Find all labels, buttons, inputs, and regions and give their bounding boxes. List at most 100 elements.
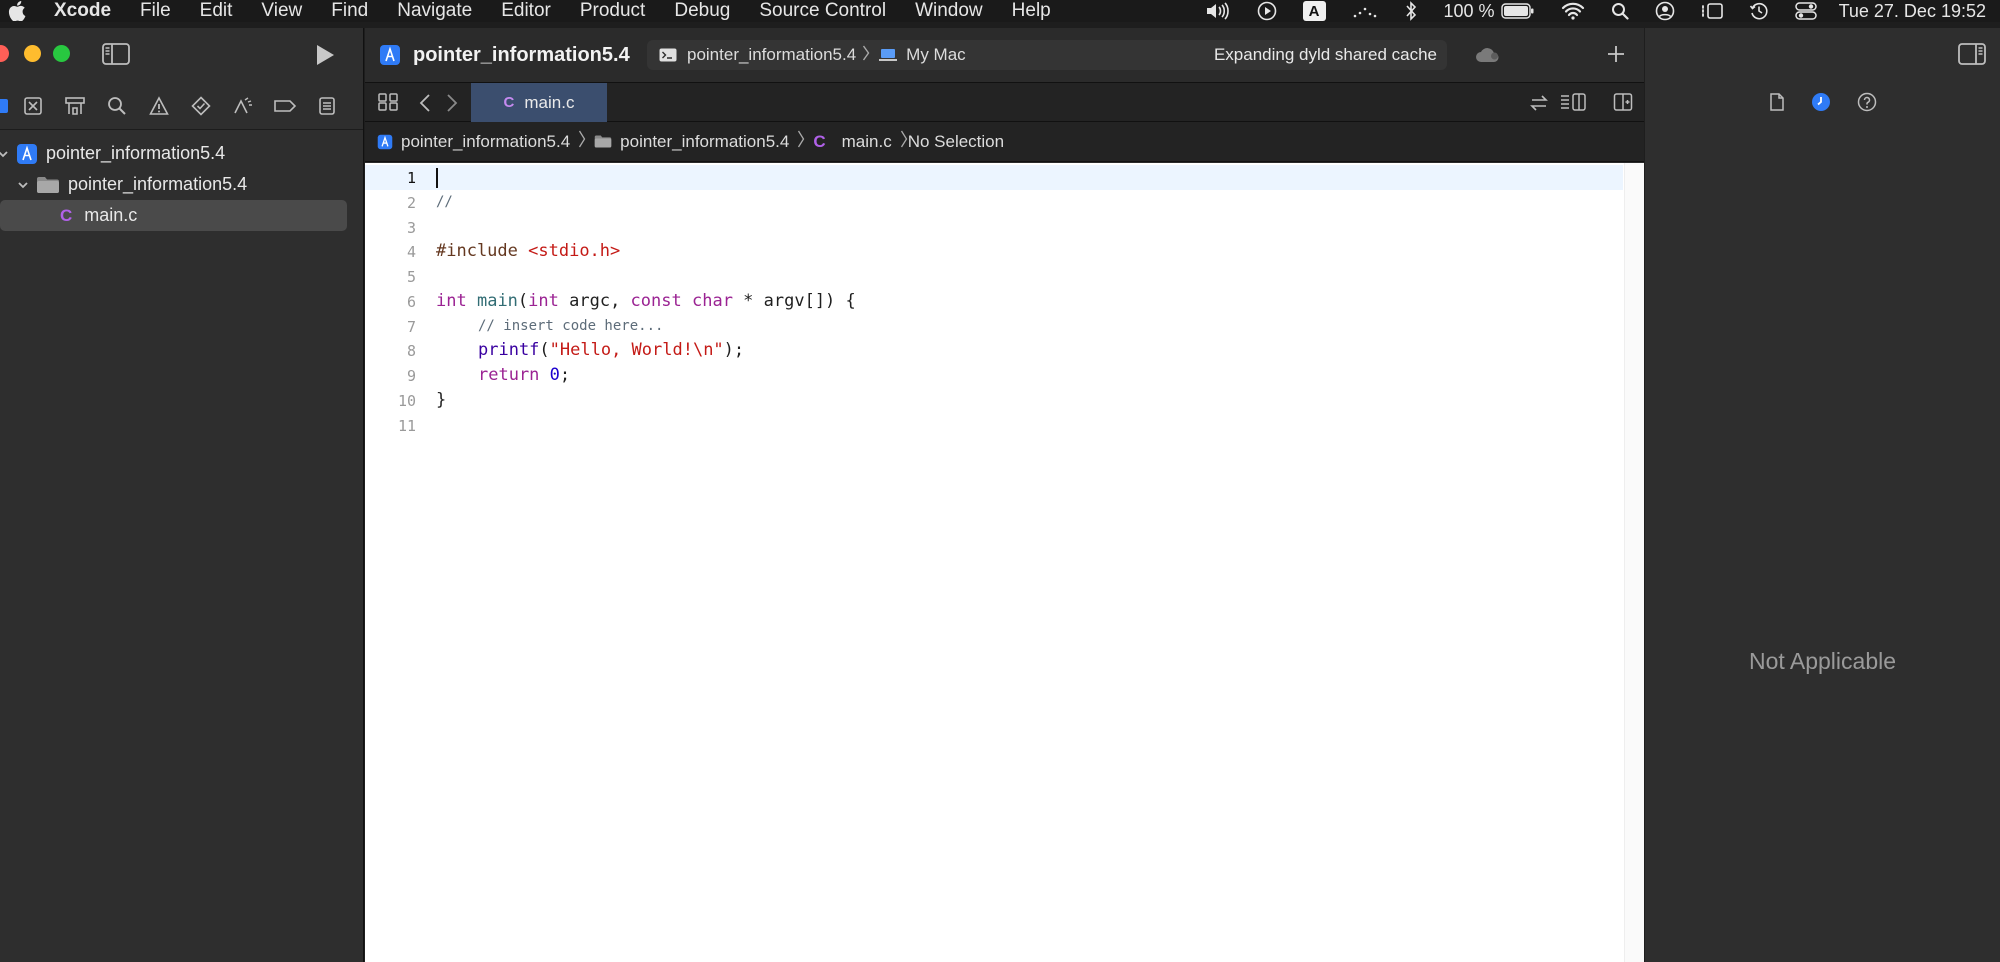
menu-file[interactable]: File: [140, 0, 171, 22]
menu-source-control[interactable]: Source Control: [759, 0, 886, 22]
scheme-activity-bar: pointer_information5.4 My Mac Expanding …: [647, 40, 1447, 70]
breadcrumb-project[interactable]: pointer_information5.4: [377, 132, 570, 152]
inspector-toggle-icon[interactable]: [1958, 43, 1986, 65]
user-account-icon[interactable]: [1655, 1, 1675, 21]
apple-icon[interactable]: [8, 1, 28, 21]
menu-debug[interactable]: Debug: [674, 0, 730, 22]
code-line[interactable]: 4 #include <stdio.h>: [365, 239, 1623, 264]
tab-label: main.c: [524, 92, 575, 112]
line-number: 5: [406, 268, 416, 286]
chevron-down-icon[interactable]: [16, 178, 30, 192]
line-number: 8: [406, 342, 416, 360]
bluetooth-icon[interactable]: [1404, 1, 1418, 21]
swap-arrows-icon[interactable]: [1529, 93, 1549, 113]
code-line[interactable]: 3: [365, 215, 1623, 240]
split-editor-icon[interactable]: [1613, 92, 1633, 112]
tree-item-group[interactable]: pointer_information5.4: [0, 169, 363, 200]
tab-main-c[interactable]: C main.c: [471, 83, 607, 122]
code-punct: (: [517, 291, 529, 311]
find-navigator-icon[interactable]: [96, 82, 138, 130]
window-toolbar: pointer_information5.4 pointer_informati…: [365, 28, 1644, 82]
inspector-placeholder: Not Applicable: [1748, 648, 1897, 674]
breadcrumb-selection[interactable]: No Selection: [908, 132, 1004, 152]
battery-percent: 100 %: [1443, 0, 1495, 21]
tree-item-main-c[interactable]: C main.c: [0, 200, 347, 231]
code-line[interactable]: 10 }: [365, 388, 1623, 413]
report-navigator-icon[interactable]: [306, 82, 348, 130]
line-number: 3: [406, 219, 416, 237]
symbol-navigator-icon[interactable]: [54, 82, 96, 130]
menu-view[interactable]: View: [261, 0, 302, 22]
test-navigator-icon[interactable]: [180, 82, 222, 130]
navigator-selector-bar: [0, 82, 363, 130]
history-inspector-icon[interactable]: [1811, 92, 1831, 112]
scheme-selector[interactable]: pointer_information5.4: [687, 45, 856, 65]
control-center-icon[interactable]: [1794, 2, 1817, 20]
menu-app-xcode[interactable]: Xcode: [54, 0, 111, 22]
project-navigator-icon[interactable]: [0, 82, 12, 130]
line-number: 9: [406, 367, 416, 385]
screen-activity-icon[interactable]: [1352, 3, 1378, 19]
help-icon[interactable]: [1857, 92, 1877, 112]
file-inspector-icon[interactable]: [1769, 92, 1785, 112]
code-line[interactable]: 1: [365, 165, 1623, 190]
menubar-clock[interactable]: Tue 27. Dec 19:52: [1839, 1, 1986, 22]
menu-window[interactable]: Window: [915, 0, 983, 22]
breadcrumb-project-label: pointer_information5.4: [401, 131, 571, 151]
code-line[interactable]: 2 //: [365, 190, 1623, 215]
code-line[interactable]: 9 return 0;: [365, 363, 1623, 388]
editor-scrollbar[interactable]: [1624, 163, 1644, 962]
editor-options-icon[interactable]: [1559, 92, 1587, 112]
chevron-right-icon: [862, 45, 870, 66]
code-line[interactable]: 7 // insert code here...: [365, 314, 1623, 339]
menu-navigate[interactable]: Navigate: [397, 0, 472, 22]
code-line[interactable]: 11: [365, 413, 1623, 438]
menu-find[interactable]: Find: [331, 0, 368, 22]
spotlight-icon[interactable]: [1611, 2, 1629, 20]
related-items-icon[interactable]: [377, 92, 399, 112]
wifi-icon[interactable]: [1561, 2, 1585, 20]
c-file-icon: C: [813, 131, 826, 151]
volume-icon[interactable]: [1205, 2, 1231, 20]
tree-item-project[interactable]: pointer_information5.4: [0, 138, 363, 169]
line-number: 10: [397, 392, 416, 410]
now-playing-icon[interactable]: [1257, 1, 1277, 21]
breadcrumb-folder-label: pointer_information5.4: [620, 131, 790, 151]
breakpoint-navigator-icon[interactable]: [264, 82, 306, 130]
breadcrumb-file[interactable]: C main.c: [813, 132, 891, 152]
battery-icon[interactable]: [1500, 2, 1535, 20]
cloud-icon: [1475, 46, 1501, 64]
forward-arrow-icon[interactable]: [446, 93, 458, 113]
editor-tab-bar: C main.c: [365, 82, 1644, 122]
menu-help[interactable]: Help: [1012, 0, 1051, 22]
run-button[interactable]: [314, 43, 336, 72]
code-line[interactable]: 6 int main(int argc, const char * argv[]…: [365, 289, 1623, 314]
inspector-tabs: [1645, 82, 2000, 122]
destination-selector[interactable]: My Mac: [906, 45, 966, 65]
sidebar-toggle-icon[interactable]: [102, 43, 130, 70]
time-machine-icon[interactable]: [1749, 1, 1769, 21]
back-arrow-icon[interactable]: [419, 93, 431, 113]
line-number: 2: [406, 194, 416, 212]
issue-navigator-icon[interactable]: [138, 82, 180, 130]
tree-item-label: pointer_information5.4: [46, 143, 226, 163]
xcode-window: pointer_information5.4 pointer_informati…: [0, 28, 2000, 962]
input-source-icon[interactable]: A: [1302, 1, 1326, 21]
stage-manager-icon[interactable]: [1701, 2, 1723, 20]
source-control-navigator-icon[interactable]: [12, 82, 54, 130]
keyword: const: [630, 291, 682, 311]
close-button[interactable]: [0, 45, 9, 62]
code-line[interactable]: 8 printf("Hello, World!\n");: [365, 338, 1623, 363]
debug-navigator-icon[interactable]: [222, 82, 264, 130]
source-editor[interactable]: 1 2 // 3 4 #include <stdio.h> 5 6 int ma…: [365, 163, 1644, 962]
menu-product[interactable]: Product: [580, 0, 645, 22]
code-line[interactable]: 5: [365, 264, 1623, 289]
menu-editor[interactable]: Editor: [501, 0, 551, 22]
breadcrumb-folder[interactable]: pointer_information5.4: [594, 132, 789, 152]
zoom-button[interactable]: [53, 45, 70, 62]
menu-edit[interactable]: Edit: [200, 0, 233, 22]
text-cursor: [436, 168, 438, 188]
add-icon[interactable]: [1605, 43, 1627, 65]
chevron-down-icon[interactable]: [0, 147, 10, 161]
minimize-button[interactable]: [24, 45, 41, 62]
